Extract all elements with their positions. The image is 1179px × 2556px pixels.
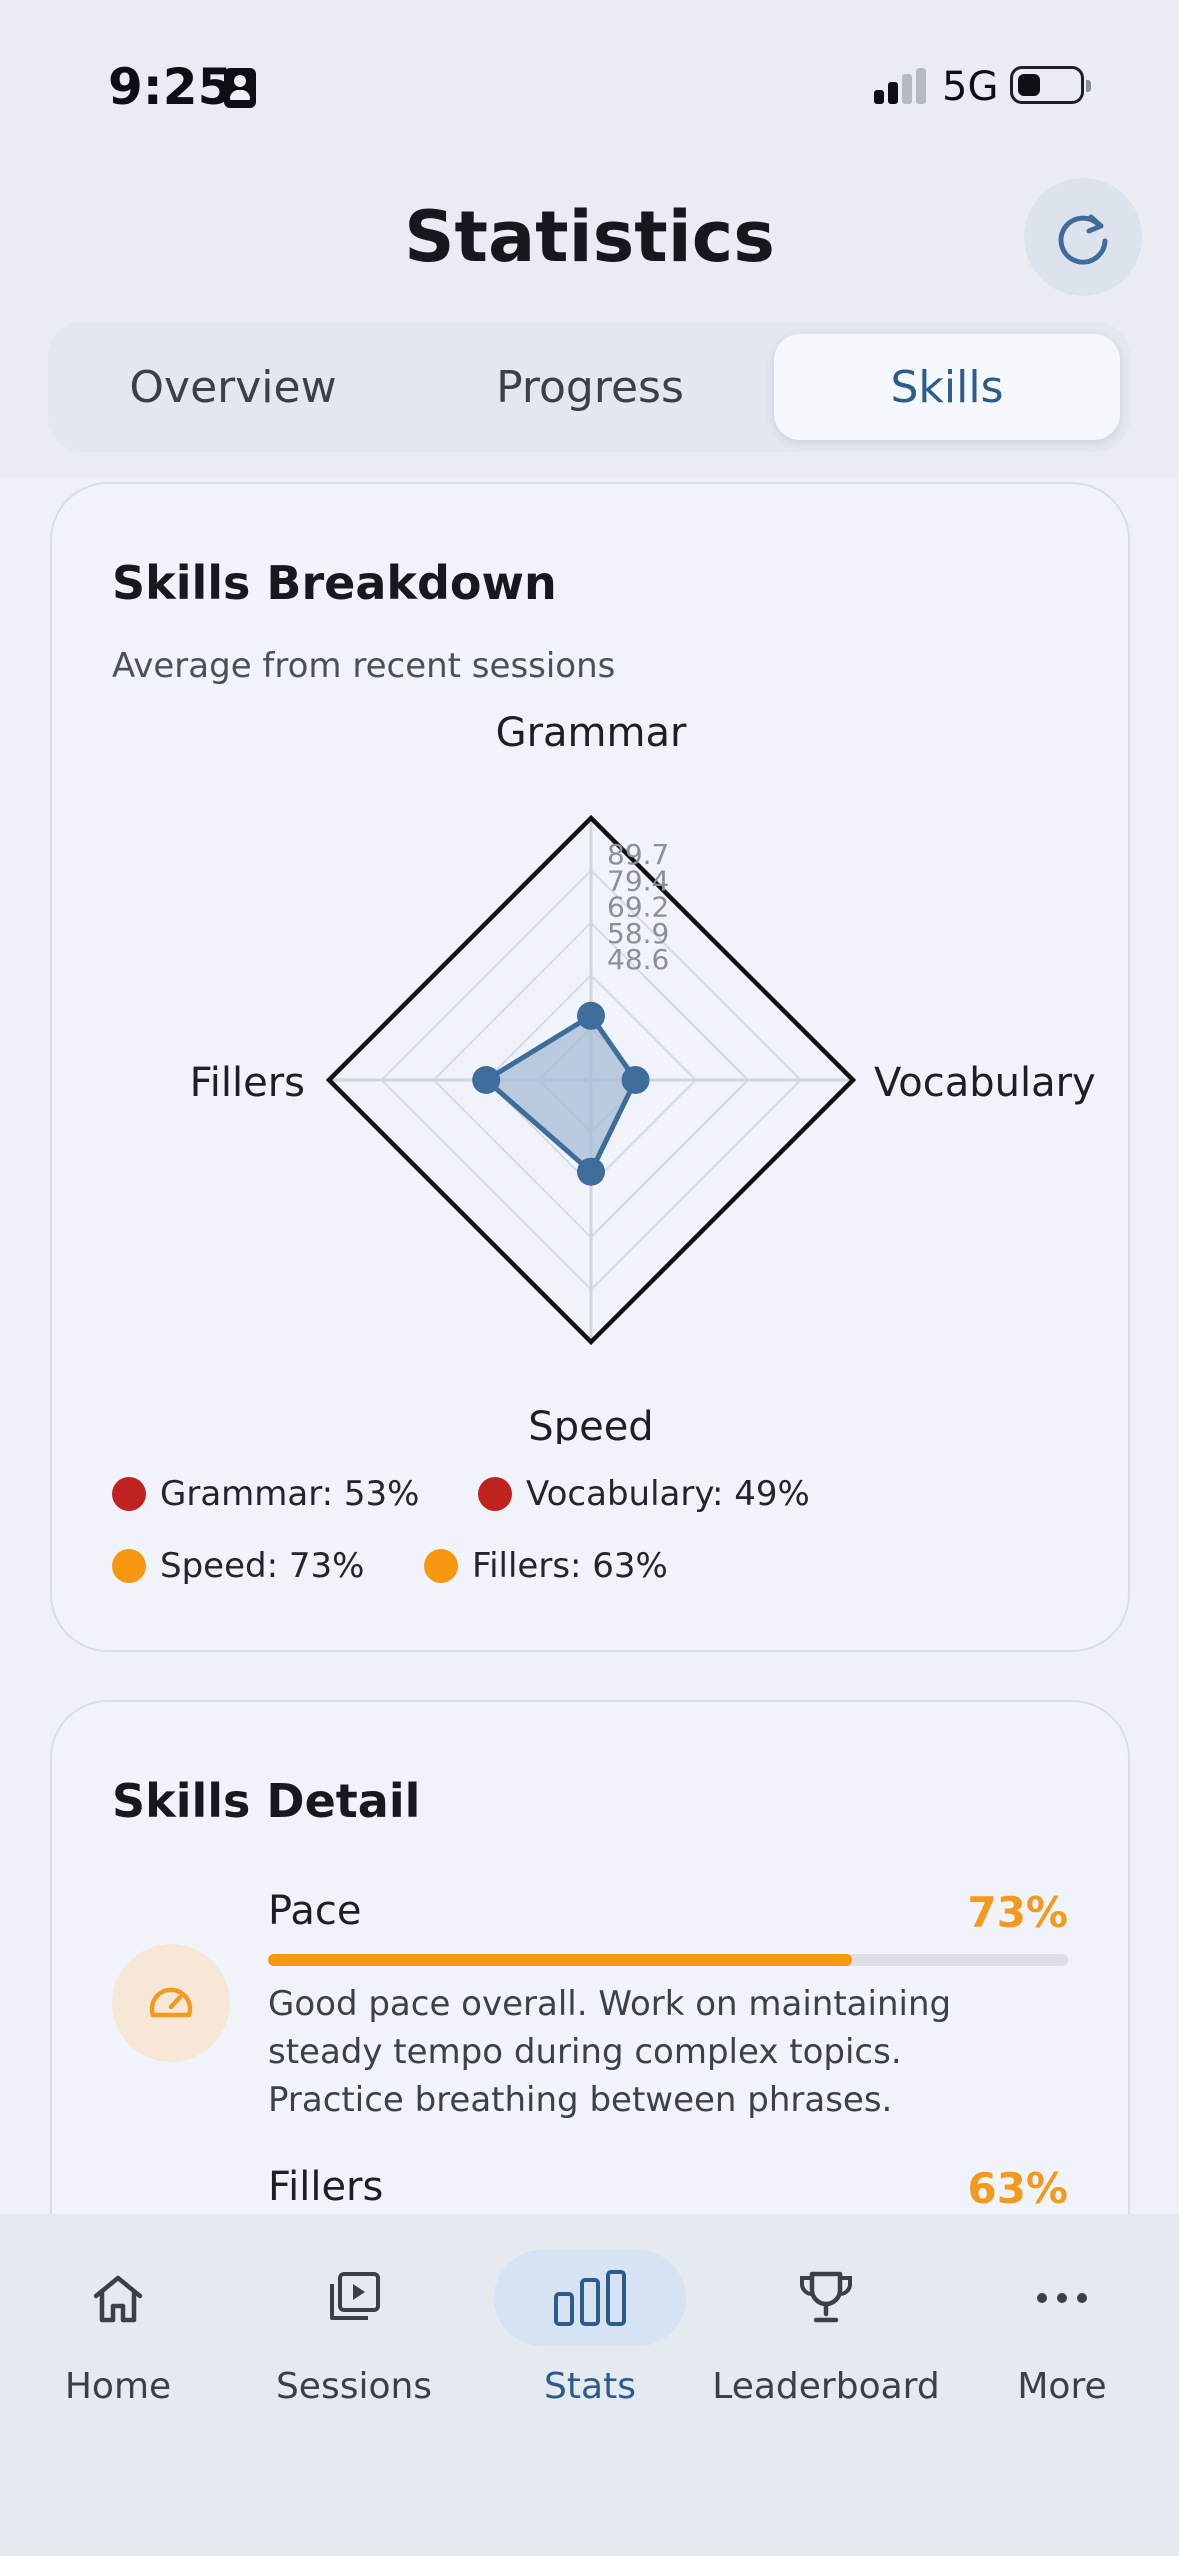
skills-breakdown-card: Skills Breakdown Average from recent ses…: [50, 482, 1130, 1652]
nav-label: Home: [64, 2366, 172, 2407]
skills-detail-title: Skills Detail: [112, 1774, 421, 1828]
pace-icon-badge: [112, 1944, 230, 2062]
description-line: Practice breathing between phrases.: [268, 2080, 893, 2120]
radar-data-point: [577, 1157, 605, 1186]
tab-progress[interactable]: Progress: [417, 334, 763, 440]
legend-label: Grammar: 53%: [160, 1474, 420, 1514]
skill-name-fillers: Fillers: [268, 2164, 384, 2210]
bar-chart-icon: [554, 2270, 626, 2326]
status-time: 9:25: [108, 58, 233, 116]
radar-data-point: [472, 1066, 501, 1094]
legend-dot: [112, 1549, 146, 1583]
legend-label: Vocabulary: 49%: [526, 1474, 810, 1514]
pace-progress-track: [268, 1954, 1068, 1966]
tab-overview[interactable]: Overview: [60, 334, 406, 440]
skill-description-pace: Good pace overall. Work on maintaining s…: [268, 1980, 1068, 2124]
status-bar: 9:25 5G: [0, 0, 1179, 170]
description-line: steady tempo during complex topics.: [268, 2032, 902, 2072]
nav-icon-container: [22, 2250, 214, 2346]
nav-label: More: [1017, 2366, 1107, 2407]
refresh-icon: [1058, 214, 1108, 265]
tab-bar: Overview Progress Skills: [48, 322, 1130, 452]
nav-more[interactable]: More: [944, 2250, 1179, 2420]
radar-axis-label: Speed: [528, 1404, 653, 1444]
nav-icon-container: [258, 2250, 450, 2346]
nav-icon-container: [730, 2250, 922, 2346]
trophy-icon: [799, 2271, 853, 2323]
nav-home[interactable]: Home: [0, 2250, 236, 2420]
nav-icon-container: [966, 2250, 1158, 2346]
nav-label: Sessions: [275, 2366, 433, 2407]
legend-label: Speed: 73%: [160, 1546, 365, 1586]
description-line: Good pace overall. Work on maintaining: [268, 1984, 952, 2024]
pace-progress-fill: [268, 1954, 852, 1966]
battery-icon: [1010, 66, 1091, 104]
legend-item-vocabulary: Vocabulary: 49%: [478, 1474, 810, 1514]
nav-icon-container: [494, 2250, 686, 2346]
contact-card-icon: [224, 68, 256, 108]
nav-stats[interactable]: Stats: [472, 2250, 708, 2420]
signal-icon: [874, 68, 928, 104]
sessions-icon: [330, 2272, 380, 2320]
refresh-button[interactable]: [1024, 178, 1142, 296]
legend-item-fillers: Fillers: 63%: [424, 1546, 668, 1586]
radar-axis-label: Vocabulary: [874, 1060, 1096, 1106]
legend-dot: [112, 1477, 146, 1511]
radar-axis-label: Grammar: [496, 710, 687, 756]
more-icon: [1037, 2293, 1087, 2303]
skills-radar-chart: 89.779.469.258.948.6GrammarVocabularySpe…: [190, 710, 1096, 1444]
legend-dot: [424, 1549, 458, 1583]
skill-percent-pace: 73%: [967, 1888, 1068, 1937]
skill-percent-fillers: 63%: [967, 2164, 1068, 2213]
stats-screen: 9:25 5G Statistics Overview Progress Ski…: [0, 0, 1179, 2556]
radar-axis-label: Fillers: [190, 1060, 305, 1106]
legend-item-grammar: Grammar: 53%: [112, 1474, 419, 1514]
skill-name-pace: Pace: [268, 1888, 362, 1934]
nav-leaderboard[interactable]: Leaderboard: [708, 2250, 944, 2420]
legend-item-speed: Speed: 73%: [112, 1546, 364, 1586]
radar-data-point: [621, 1066, 650, 1094]
page-title: Statistics: [404, 196, 775, 278]
radar-tick-label: 48.6: [607, 943, 669, 976]
nav-sessions[interactable]: Sessions: [236, 2250, 472, 2420]
bottom-navigation: Home Sessions Stats Leaderboard More: [0, 2214, 1179, 2556]
legend-dot: [478, 1477, 512, 1511]
radar-data-point: [577, 1001, 605, 1030]
nav-label: Stats: [544, 2366, 636, 2407]
network-label: 5G: [942, 64, 999, 110]
radar-data-area: [483, 1013, 639, 1175]
legend-label: Fillers: 63%: [472, 1546, 668, 1586]
nav-label: Leaderboard: [712, 2366, 940, 2407]
tab-skills[interactable]: Skills: [774, 334, 1120, 440]
speedometer-icon: [149, 1987, 193, 2018]
home-icon: [93, 2275, 143, 2323]
